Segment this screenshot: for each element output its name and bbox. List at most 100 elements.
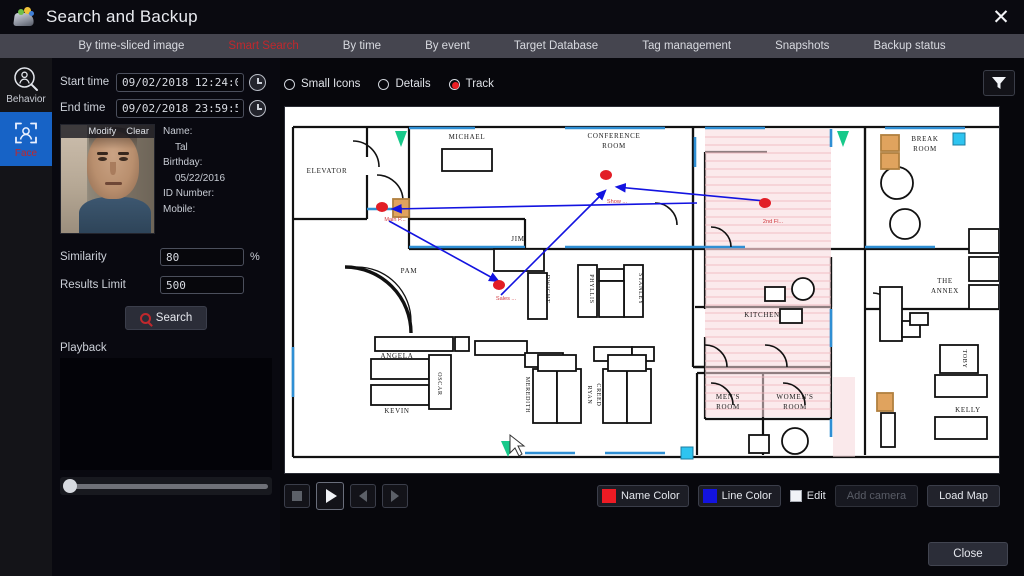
person-search-icon <box>14 66 38 91</box>
end-time-row: End time <box>60 98 272 118</box>
playback-slider-knob[interactable] <box>63 479 77 493</box>
room-label: THE <box>937 277 953 285</box>
play-button[interactable] <box>316 482 344 510</box>
start-time-label: Start time <box>60 76 110 88</box>
floor-plan-map[interactable]: ELEVATOR MICHAEL CONFERENCE ROOM PAM JIM… <box>284 106 1000 474</box>
room-label: KELLY <box>955 406 981 414</box>
line-color-swatch <box>702 489 717 503</box>
photo-clear-button[interactable]: Clear <box>126 126 149 137</box>
tab-by-time-sliced-image[interactable]: By time-sliced image <box>56 34 206 58</box>
person-birthday-value: 05/22/2016 <box>175 172 226 184</box>
room-label: ROOM <box>913 145 937 153</box>
radio-small-icons[interactable]: Small Icons <box>284 78 360 90</box>
radio-track-indicator <box>448 78 460 90</box>
map-panel: Small Icons Details Track ELEVATOR MICHA… <box>280 58 1024 576</box>
app-icon <box>12 6 38 28</box>
close-button[interactable]: Close <box>928 542 1008 566</box>
tab-smart-search[interactable]: Smart Search <box>206 34 320 58</box>
funnel-filter-icon <box>992 77 1006 89</box>
tab-tag-management[interactable]: Tag management <box>620 34 753 58</box>
search-button[interactable]: Search <box>125 306 207 330</box>
start-time-clock-icon[interactable] <box>249 73 266 91</box>
rail-item-behavior[interactable]: Behavior <box>0 58 52 112</box>
similarity-label: Similarity <box>60 251 107 263</box>
edit-checkbox[interactable]: Edit <box>789 490 826 502</box>
room-label: OSCAR <box>436 372 442 396</box>
room-label: PAM <box>401 267 418 275</box>
floor-plan-svg: ELEVATOR MICHAEL CONFERENCE ROOM PAM JIM… <box>285 107 999 473</box>
tab-by-time[interactable]: By time <box>321 34 403 58</box>
results-limit-input[interactable] <box>160 276 244 294</box>
radio-small-icons-label: Small Icons <box>301 78 361 90</box>
room-label: MEN'S <box>716 393 740 401</box>
room-label: TOBY <box>961 349 967 368</box>
room-label: PHYLLIS <box>588 274 594 304</box>
load-map-button[interactable]: Load Map <box>927 485 1000 507</box>
name-color-label: Name Color <box>620 490 680 502</box>
playback-slider[interactable] <box>60 477 272 495</box>
similarity-input[interactable] <box>160 248 244 266</box>
room-label: BREAK <box>911 135 938 143</box>
filter-button[interactable] <box>983 70 1015 96</box>
room-label: ROOM <box>716 403 740 411</box>
room-label: DWIGHT <box>544 275 550 304</box>
search-button-label: Search <box>155 312 193 324</box>
add-camera-button: Add camera <box>834 485 919 507</box>
playback-slider-track <box>64 483 268 489</box>
room-label: KEVIN <box>384 407 409 415</box>
radio-details-label: Details <box>395 78 431 90</box>
window-title: Search and Backup <box>46 7 198 26</box>
step-backward-button[interactable] <box>350 484 376 508</box>
camera-label-2nd-fl: 2nd Fl... <box>763 219 784 225</box>
rail-item-face[interactable]: Face <box>0 112 52 166</box>
camera-label-main-p: Main P... <box>384 217 406 223</box>
start-time-input[interactable] <box>116 72 244 92</box>
edit-checkbox-box <box>789 490 802 502</box>
room-label: MICHAEL <box>449 133 486 141</box>
stop-button[interactable] <box>284 484 310 508</box>
name-color-button[interactable]: Name Color <box>596 485 689 507</box>
step-backward-icon <box>359 490 367 502</box>
radio-details[interactable]: Details <box>378 78 431 90</box>
face-detect-icon <box>15 122 37 143</box>
room-label: ANGELA <box>381 352 414 360</box>
person-photo[interactable]: Modify Clear <box>60 124 155 234</box>
tab-backup-status[interactable]: Backup status <box>851 34 967 58</box>
person-info-row: Modify Clear Name: Tal Birthday: 05/22/2… <box>60 124 272 234</box>
room-label: RYAN <box>586 386 592 405</box>
end-time-label: End time <box>60 102 106 114</box>
map-bottom-toolbar: Name Color Line Color Edit Add camera Lo… <box>284 478 1000 514</box>
play-icon <box>326 489 337 503</box>
person-name-label: Name: <box>163 126 193 137</box>
person-birthday-label: Birthday: <box>163 157 203 168</box>
tab-bar: By time-sliced image Smart Search By tim… <box>0 34 1024 58</box>
room-label: JIM <box>511 235 524 243</box>
results-limit-row: Results Limit <box>60 276 272 294</box>
tab-by-event[interactable]: By event <box>403 34 492 58</box>
step-forward-icon <box>391 490 399 502</box>
end-time-clock-icon[interactable] <box>249 99 266 117</box>
playback-video-area[interactable] <box>60 358 272 470</box>
left-icon-rail: Behavior Face <box>0 58 52 576</box>
stop-icon <box>292 491 302 501</box>
end-time-input[interactable] <box>116 98 244 118</box>
tab-target-database[interactable]: Target Database <box>492 34 620 58</box>
person-mobile-label: Mobile: <box>163 203 196 215</box>
map-tools: Name Color Line Color Edit Add camera Lo… <box>596 485 1000 507</box>
playback-label: Playback <box>60 342 107 354</box>
photo-modify-button[interactable]: Modify <box>88 126 116 137</box>
person-name-value: Tal <box>175 141 188 153</box>
step-forward-button[interactable] <box>382 484 408 508</box>
person-id-label: ID Number: <box>163 188 215 199</box>
similarity-unit: % <box>250 251 260 263</box>
window-title-bar: Search and Backup ✕ <box>0 0 1024 34</box>
person-details: Name: Tal Birthday: 05/22/2016 ID Number… <box>155 124 272 234</box>
radio-track[interactable]: Track <box>448 78 494 90</box>
window-close-icon[interactable]: ✕ <box>991 7 1011 28</box>
line-color-button[interactable]: Line Color <box>697 485 781 507</box>
tab-snapshots[interactable]: Snapshots <box>753 34 851 58</box>
room-label: ROOM <box>602 142 626 150</box>
rail-item-face-label: Face <box>14 147 38 159</box>
radio-small-icons-indicator <box>284 78 295 90</box>
room-label: CREED <box>595 383 601 406</box>
